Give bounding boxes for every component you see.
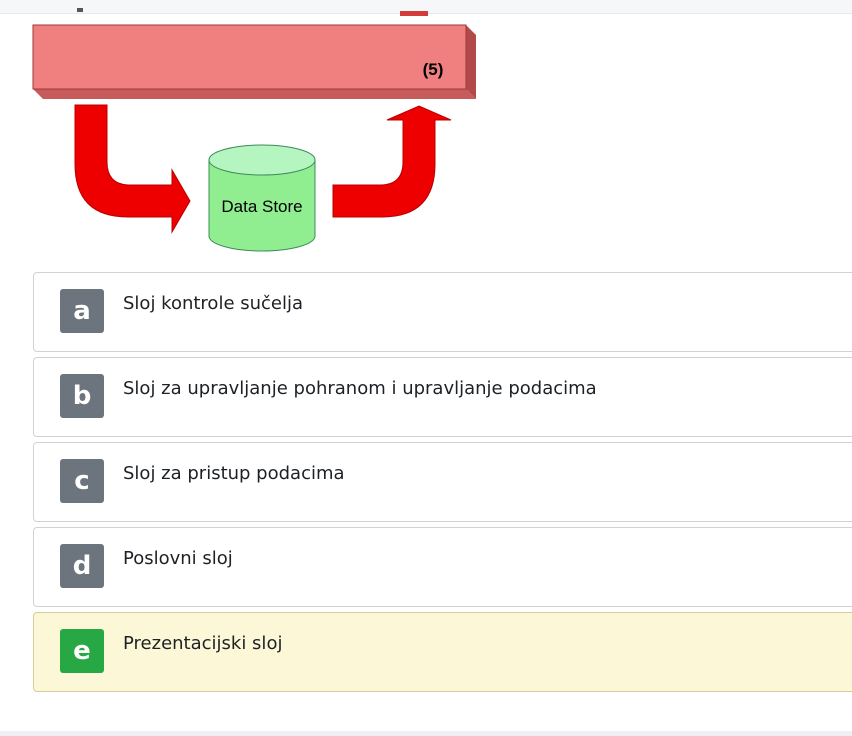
answer-option-e[interactable]: e Prezentacijski sloj [33,612,852,692]
option-letter-badge: d [60,544,104,588]
layer-number-label: (5) [423,60,444,79]
arrow-up-from-store [332,105,452,218]
cutoff-layer-edge [400,11,428,16]
answer-option-a[interactable]: a Sloj kontrole sučelja [33,272,852,352]
data-store-label: Data Store [221,197,302,216]
answer-options: a Sloj kontrole sučelja b Sloj za upravl… [33,272,852,697]
cutoff-text-fragment [77,8,83,12]
answer-option-d[interactable]: d Poslovni sloj [33,527,852,607]
bottom-divider [0,731,852,736]
option-text: Poslovni sloj [123,548,233,569]
option-text: Sloj za pristup podacima [123,463,345,484]
architecture-diagram: (5) Data Store [0,0,490,262]
option-letter-badge: a [60,289,104,333]
option-letter-badge: c [60,459,104,503]
option-text: Prezentacijski sloj [123,633,283,654]
diagram-svg: (5) Data Store [32,8,476,252]
option-letter-badge: b [60,374,104,418]
arrow-down-to-store [74,104,191,234]
answer-option-c[interactable]: c Sloj za pristup podacima [33,442,852,522]
option-letter-badge: e [60,629,104,673]
answer-option-b[interactable]: b Sloj za upravljanje pohranom i upravlj… [33,357,852,437]
layer-bar [32,24,476,99]
option-text: Sloj za upravljanje pohranom i upravljan… [123,378,597,399]
option-text: Sloj kontrole sučelja [123,293,304,314]
